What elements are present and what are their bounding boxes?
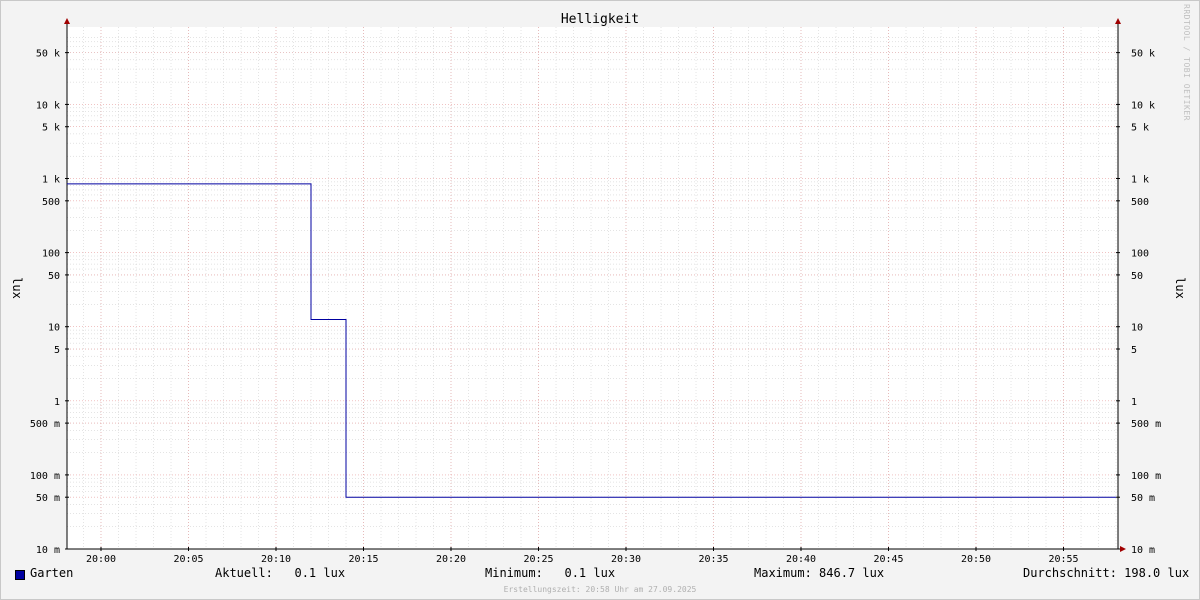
y-axis-right-ticks: 50 k 10 k 5 k 1 k 500 100 50 10 5 1 500 m 100 m 50 m… xyxy=(1116,49,1161,556)
legend-durchschnitt: Durchschnitt: 198.0 lux xyxy=(1023,566,1190,580)
y-tick-label-left: 5 xyxy=(54,345,60,356)
y-tick-label-left: 50 m xyxy=(36,493,60,504)
y-tick-label-left: 100 xyxy=(42,249,60,260)
x-axis-ticks: 20:00 20:05 20:10 20:15 20:20 20:25 20:30 20:35… xyxy=(86,547,1079,565)
y-tick-label-left: 1 k xyxy=(42,175,60,186)
legend-swatch xyxy=(15,570,25,580)
y-axis-label-left: lux xyxy=(10,277,24,299)
x-tick-label: 20:30 xyxy=(611,554,641,565)
y-tick-label-left: 500 xyxy=(42,197,60,208)
x-tick-label: 20:40 xyxy=(786,554,816,565)
y-tick-label-right: 50 k xyxy=(1131,49,1155,60)
y-tick-label-right: 100 m xyxy=(1131,471,1161,482)
x-tick-label: 20:50 xyxy=(961,554,991,565)
legend-series-name: Garten xyxy=(30,566,74,580)
y-tick-label-right: 500 m xyxy=(1131,419,1161,430)
y-tick-label-right: 10 m xyxy=(1131,545,1155,556)
y-axis-left-ticks: 50 k 10 k 5 k 1 k 500 100 50 10 5 1 500 m 100 m 50 m… xyxy=(30,49,69,556)
legend-aktuell: Aktuell: 0.1 lux xyxy=(215,566,346,580)
y-tick-label-right: 1 xyxy=(1131,397,1137,408)
y-tick-label-left: 100 m xyxy=(30,471,60,482)
y-axis-arrow-left xyxy=(64,18,70,24)
y-tick-label-right: 10 k xyxy=(1131,100,1155,111)
watermark: RRDTOOL / TOBI OETIKER xyxy=(1182,4,1191,121)
chart-svg: 50 k 10 k 5 k 1 k 500 100 50 10 5 1 500 m 100 m 50 m… xyxy=(10,12,1187,565)
x-tick-label: 20:20 xyxy=(436,554,466,565)
y-tick-label-left: 500 m xyxy=(30,419,60,430)
x-tick-label: 20:05 xyxy=(173,554,203,565)
plot-area xyxy=(67,27,1118,549)
y-tick-label-left: 10 k xyxy=(36,100,60,111)
legend: Garten Aktuell: 0.1 lux Minimum: 0.1 lux… xyxy=(0,566,1200,584)
footer-timestamp: Erstellungszeit: 20:58 Uhr am 27.09.2025 xyxy=(503,585,697,594)
y-tick-label-right: 100 xyxy=(1131,249,1149,260)
x-tick-label: 20:35 xyxy=(698,554,728,565)
y-tick-label-right: 1 k xyxy=(1131,175,1149,186)
x-tick-label: 20:10 xyxy=(261,554,291,565)
x-tick-label: 20:55 xyxy=(1048,554,1078,565)
x-tick-label: 20:45 xyxy=(873,554,903,565)
legend-minimum: Minimum: 0.1 lux xyxy=(485,566,616,580)
y-tick-label-right: 50 xyxy=(1131,271,1143,282)
y-tick-label-right: 10 xyxy=(1131,323,1143,334)
y-tick-label-right: 50 m xyxy=(1131,493,1155,504)
legend-maximum: Maximum: 846.7 lux xyxy=(754,566,885,580)
y-tick-label-left: 1 xyxy=(54,397,60,408)
x-tick-label: 20:00 xyxy=(86,554,116,565)
y-tick-label-left: 10 xyxy=(48,323,60,334)
y-tick-label-left: 50 xyxy=(48,271,60,282)
y-tick-label-left: 50 k xyxy=(36,49,60,60)
x-tick-label: 20:25 xyxy=(523,554,553,565)
chart-title: Helligkeit xyxy=(561,12,639,27)
x-axis-arrow xyxy=(1120,546,1126,552)
y-axis-arrow-right xyxy=(1115,18,1121,24)
y-tick-label-right: 5 k xyxy=(1131,123,1149,134)
y-tick-label-left: 5 k xyxy=(42,123,60,134)
y-tick-label-left: 10 m xyxy=(36,545,60,556)
y-axis-label-right: lux xyxy=(1173,277,1187,299)
y-tick-label-right: 500 xyxy=(1131,197,1149,208)
x-tick-label: 20:15 xyxy=(348,554,378,565)
y-tick-label-right: 5 xyxy=(1131,345,1137,356)
